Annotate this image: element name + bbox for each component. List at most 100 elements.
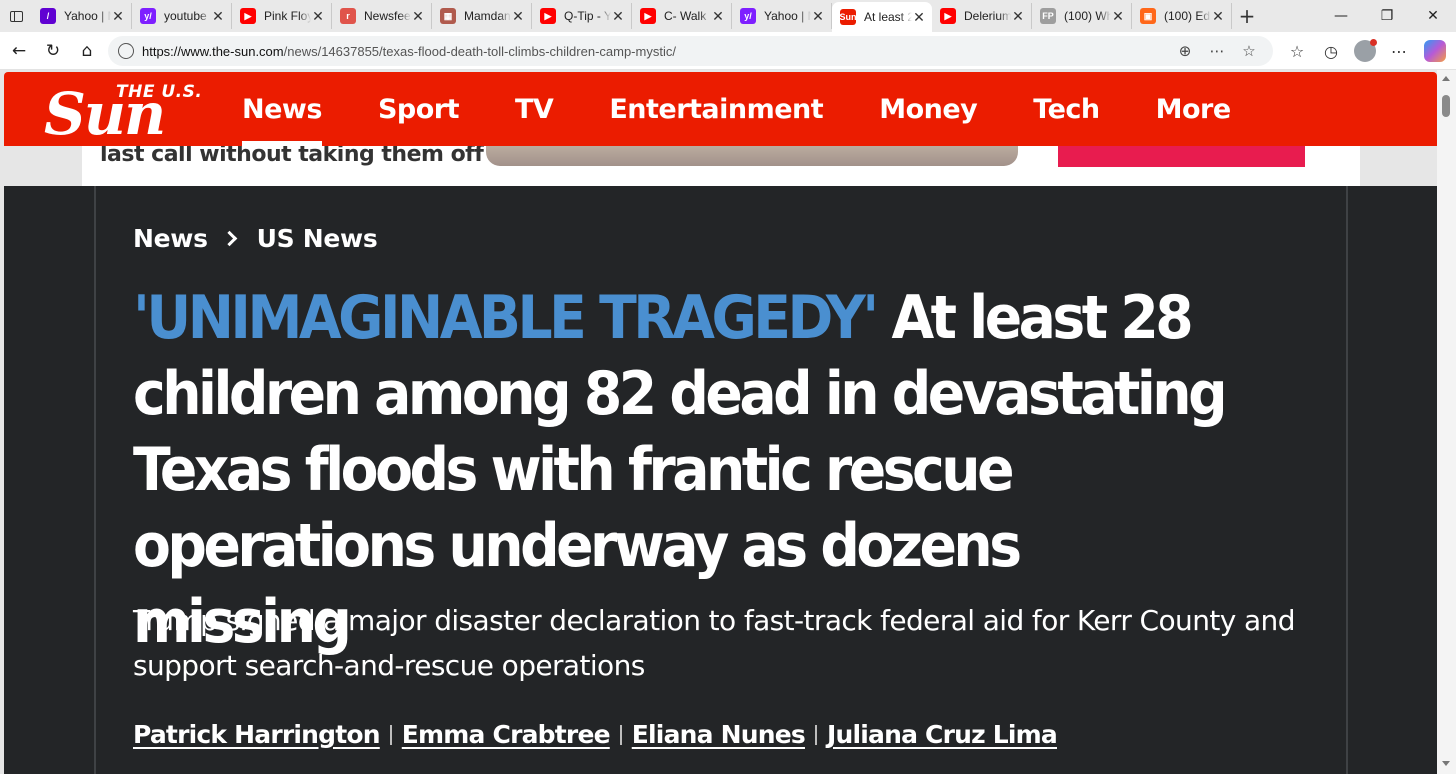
page-scrollbar[interactable] xyxy=(1437,70,1456,774)
tab-label: Yahoo | Mail xyxy=(64,9,111,23)
right-divider xyxy=(1346,186,1348,774)
nav-link-money[interactable]: Money xyxy=(879,72,978,146)
browser-toolbar: ← ↻ ⌂ https://www.the-sun.com/news/14637… xyxy=(0,32,1456,70)
breadcrumb-us-news[interactable]: US News xyxy=(257,224,378,253)
ad-text: last call without taking them off xyxy=(100,146,484,167)
article-standfirst: Trump signed a major disaster declaratio… xyxy=(133,604,1295,682)
author-link[interactable]: Juliana Cruz Lima xyxy=(827,720,1058,749)
browser-tab[interactable]: ▶ C- Walk ✕ xyxy=(632,3,732,29)
nav-link-tech[interactable]: Tech xyxy=(1033,72,1100,146)
browser-tab[interactable]: ▶ Delerium ✕ xyxy=(932,3,1032,29)
browser-tab[interactable]: y/youtube - Yahoo Search✕ xyxy=(132,3,232,29)
nav-link-news[interactable]: News xyxy=(242,72,322,146)
browser-tab[interactable]: / Yahoo | Mail✕ xyxy=(32,3,132,29)
tab-close-icon[interactable]: ✕ xyxy=(912,9,926,26)
scroll-thumb[interactable] xyxy=(1442,95,1450,117)
ad-button[interactable] xyxy=(1058,146,1305,167)
byline-separator xyxy=(619,724,622,745)
tab-close-icon[interactable]: ✕ xyxy=(1111,8,1125,25)
tab-favicon-icon: ▶ xyxy=(540,8,556,24)
favorite-star-icon[interactable]: ☆ xyxy=(1233,42,1265,60)
tab-close-icon[interactable]: ✕ xyxy=(1211,8,1225,25)
tab-close-icon[interactable]: ✕ xyxy=(611,8,625,25)
author-bylines: Patrick Harrington Emma Crabtree Eliana Nu… xyxy=(133,720,1058,749)
home-icon[interactable]: ⌂ xyxy=(70,35,104,67)
settings-menu-icon[interactable]: ⋯ xyxy=(1382,42,1416,61)
zoom-icon[interactable]: ⊕ xyxy=(1169,42,1201,60)
nav-link-sport[interactable]: Sport xyxy=(378,72,460,146)
nav-link-tv[interactable]: TV xyxy=(515,72,554,146)
tab-close-icon[interactable]: ✕ xyxy=(711,8,725,25)
tab-favicon-icon: FP xyxy=(1040,8,1056,24)
tab-close-icon[interactable]: ✕ xyxy=(1011,8,1025,25)
tab-close-icon[interactable]: ✕ xyxy=(511,8,525,25)
tab-favicon-icon: ▶ xyxy=(240,8,256,24)
back-icon[interactable]: ← xyxy=(2,35,36,67)
close-window-icon[interactable]: ✕ xyxy=(1410,0,1456,32)
url-text[interactable]: https://www.the-sun.com/news/14637855/te… xyxy=(142,44,676,59)
refresh-icon[interactable]: ↻ xyxy=(36,35,70,67)
scroll-up-icon[interactable] xyxy=(1442,76,1450,81)
author-link[interactable]: Patrick Harrington xyxy=(133,720,381,749)
breadcrumb: News US News xyxy=(133,224,378,253)
new-tab-button[interactable]: + xyxy=(1232,4,1262,28)
byline-separator xyxy=(389,724,392,745)
tab-label: Mamdani xyxy=(464,9,511,23)
tab-favicon-icon: y/ xyxy=(740,8,756,24)
ad-image xyxy=(486,146,1018,166)
window-controls: — ❐ ✕ xyxy=(1318,0,1456,32)
sun-logo[interactable]: THE U.S. Sun xyxy=(44,80,212,144)
tab-favicon-icon: Sun xyxy=(840,9,857,25)
tab-close-icon[interactable]: ✕ xyxy=(811,8,825,25)
advertisement-banner[interactable]: last call without taking them off xyxy=(82,146,1360,186)
browser-tab[interactable]: r Newsfeed✕ xyxy=(332,3,432,29)
browser-tab[interactable]: ▦ Mamdani ✕ xyxy=(432,3,532,29)
restore-icon[interactable]: ❐ xyxy=(1364,0,1410,32)
nav-link-more[interactable]: More xyxy=(1156,72,1232,146)
copilot-icon[interactable] xyxy=(1424,40,1446,62)
tab-close-icon[interactable]: ✕ xyxy=(411,8,425,25)
tab-label: Pink Floyd xyxy=(264,9,311,23)
site-nav: News Sport TV Entertainment Money Tech More xyxy=(242,72,1287,146)
tab-close-icon[interactable]: ✕ xyxy=(311,8,325,25)
tab-label: youtube - Yahoo Search xyxy=(164,9,211,23)
tab-list: /Yahoo | Mail✕y/youtube - Yahoo Search✕▶… xyxy=(32,0,1232,32)
site-info-icon[interactable] xyxy=(118,43,134,59)
browser-tab[interactable]: y/Yahoo | Mail✕ xyxy=(732,3,832,29)
scroll-down-icon[interactable] xyxy=(1442,761,1450,766)
tab-label: (100) Edit xyxy=(1164,9,1211,23)
profile-avatar[interactable] xyxy=(1354,39,1377,62)
tab-close-icon[interactable]: ✕ xyxy=(111,8,125,25)
tab-label: C- Walk xyxy=(664,9,707,23)
minimize-icon[interactable]: — xyxy=(1318,0,1364,32)
tab-close-icon[interactable]: ✕ xyxy=(211,8,225,25)
favorites-icon[interactable]: ☆ xyxy=(1280,42,1314,61)
tab-label: Yahoo | Mail xyxy=(764,9,811,23)
breadcrumb-news[interactable]: News xyxy=(133,224,208,253)
tab-favicon-icon: ▦ xyxy=(440,8,456,24)
headline-kicker: 'UNIMAGINABLE TRAGEDY' xyxy=(133,283,879,353)
tab-favicon-icon: ▣ xyxy=(1140,8,1156,24)
left-divider xyxy=(94,186,96,774)
nav-link-entertainment[interactable]: Entertainment xyxy=(609,72,823,146)
tab-actions-icon[interactable] xyxy=(0,0,32,32)
more-tools-icon[interactable]: ⋯ xyxy=(1201,42,1233,60)
history-icon[interactable]: ◷ xyxy=(1314,42,1348,61)
url-host: https://www.the-sun.com xyxy=(142,43,284,59)
tab-favicon-icon: ▶ xyxy=(940,8,956,24)
tab-label: At least 28 children xyxy=(864,10,912,24)
browser-tab-strip: /Yahoo | Mail✕y/youtube - Yahoo Search✕▶… xyxy=(0,0,1456,32)
tab-favicon-icon: / xyxy=(40,8,56,24)
browser-tab[interactable]: ▣ (100) Edit ✕ xyxy=(1132,3,1232,29)
browser-tab[interactable]: Sun At least 28 children✕ xyxy=(832,2,932,32)
author-link[interactable]: Eliana Nunes xyxy=(632,720,806,749)
browser-tab[interactable]: ▶ Q-Tip - YouTube✕ xyxy=(532,3,632,29)
browser-tab[interactable]: FP (100) What✕ xyxy=(1032,3,1132,29)
logo-word: Sun xyxy=(44,80,166,148)
chevron-right-icon xyxy=(221,230,237,247)
browser-tab[interactable]: ▶ Pink Floyd✕ xyxy=(232,3,332,29)
address-bar[interactable]: https://www.the-sun.com/news/14637855/te… xyxy=(108,36,1273,66)
author-link[interactable]: Emma Crabtree xyxy=(402,720,611,749)
tab-label: (100) What xyxy=(1064,9,1111,23)
tab-favicon-icon: ▶ xyxy=(640,8,656,24)
